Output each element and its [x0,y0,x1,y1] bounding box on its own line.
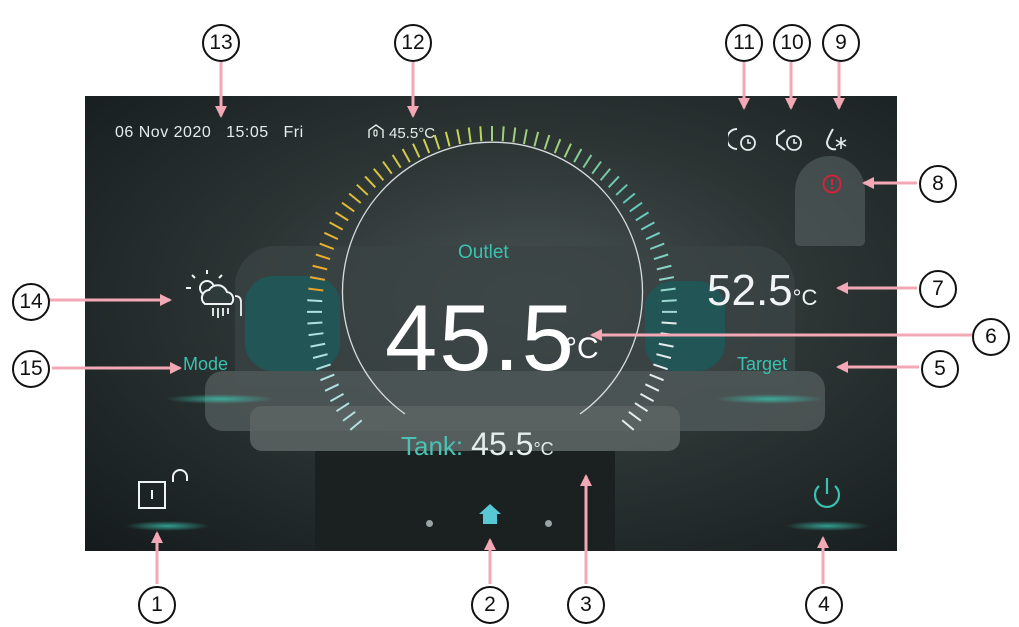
callout-6: 6 [972,318,1010,356]
callout-7: 7 [919,270,957,308]
callout-2: 2 [471,586,509,624]
callout-5: 5 [921,350,959,388]
callout-3: 3 [567,586,605,624]
callout-4: 4 [805,586,843,624]
callout-15: 15 [12,350,50,388]
callout-11: 11 [725,24,763,62]
callout-9: 9 [822,24,860,62]
callout-13: 13 [202,24,240,62]
callout-lines [48,62,972,584]
callout-1: 1 [138,586,176,624]
callout-12: 12 [394,24,432,62]
callout-10: 10 [773,24,811,62]
callout-14: 14 [12,283,50,321]
callout-8: 8 [919,165,957,203]
